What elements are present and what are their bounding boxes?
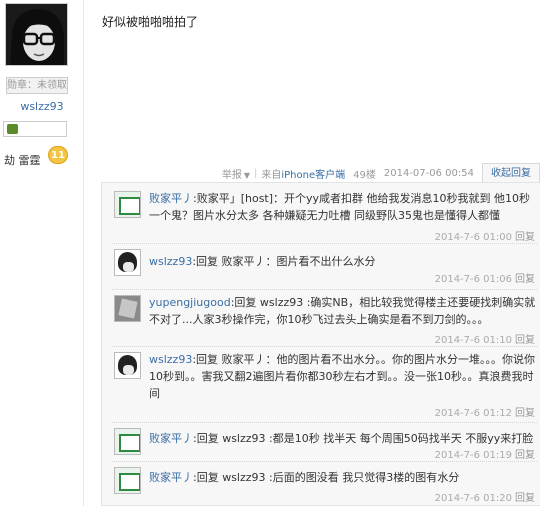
reply-timestamp: 2014-7-6 01:12 xyxy=(434,408,512,419)
list-item: wslzz93:回复 败家平丿：图片看不出什么水分 2014-7-6 01:06… xyxy=(112,245,537,290)
user-avatar[interactable] xyxy=(5,3,68,66)
reply-author[interactable]: yupengjiugood xyxy=(149,296,231,309)
reply-time: 2014-7-6 01:10 回复 xyxy=(435,331,535,346)
reply-avatar[interactable] xyxy=(114,249,141,276)
reply-button[interactable]: 回复 xyxy=(515,408,535,419)
reply-list: 败家平丿:败家平」[host]：开个yy咸者扣群 他给我发消息10秒我就到 他1… xyxy=(101,182,540,506)
reply-button[interactable]: 回复 xyxy=(515,493,535,504)
rank-title: 劫 雷霆 xyxy=(4,154,41,167)
avatar-portrait-icon xyxy=(6,4,67,65)
reply-author[interactable]: 败家平丿 xyxy=(149,192,193,205)
reply-avatar[interactable] xyxy=(114,295,141,322)
reply-timestamp: 2014-7-6 01:10 xyxy=(434,335,512,346)
post-timestamp: 2014-07-06 00:54 xyxy=(383,167,474,179)
floor-number: 49楼 xyxy=(353,169,376,181)
level-badge[interactable]: 11 xyxy=(48,146,68,164)
collapse-reply-button[interactable]: 收起回复 xyxy=(482,163,540,183)
user-sidebar: 勋章：未领取 wslzz93 劫 雷霆 11 xyxy=(0,0,84,506)
reply-time: 2014-7-6 01:20 回复 xyxy=(435,489,535,504)
reply-button[interactable]: 回复 xyxy=(515,232,535,243)
list-item: 败家平丿:败家平」[host]：开个yy咸者扣群 他给我发消息10秒我就到 他1… xyxy=(112,187,537,244)
badge-icon[interactable] xyxy=(7,124,18,134)
green-avatar-icon xyxy=(115,468,140,493)
reply-text: 败家平丿:回复 wslzz93 :后面的图没看 我只觉得3楼的图有水分 xyxy=(149,469,537,486)
list-item: wslzz93:回复 败家平丿：他的图片看不出水分。。你的图片水分一堆。。。你说… xyxy=(112,348,537,423)
medal-button[interactable]: 勋章：未领取 xyxy=(6,77,68,94)
reply-button[interactable]: 回复 xyxy=(515,450,535,461)
report-link[interactable]: 举报 ▼ xyxy=(222,166,250,181)
post-content: 好似被啪啪啪拍了 xyxy=(102,15,199,29)
reply-author[interactable]: wslzz93 xyxy=(149,353,192,366)
reply-avatar[interactable] xyxy=(114,428,141,455)
reply-timestamp: 2014-7-6 01:00 xyxy=(434,232,512,243)
reply-time: 2014-7-6 01:19 回复 xyxy=(435,446,535,461)
reply-message: :回复 wslzz93 :后面的图没看 我只觉得3楼的图有水分 xyxy=(193,471,460,484)
reply-text: 败家平丿:败家平」[host]：开个yy咸者扣群 他给我发消息10秒我就到 他1… xyxy=(149,190,537,224)
reply-timestamp: 2014-7-6 01:20 xyxy=(434,493,512,504)
reply-text: wslzz93:回复 败家平丿：图片看不出什么水分 xyxy=(149,253,537,270)
client-source: 来自iPhone客户端 xyxy=(261,169,346,181)
dark-avatar-icon xyxy=(115,250,140,275)
list-item: 败家平丿:回复 wslzz93 :都是10秒 找半天 每个周围50码找半天 不服… xyxy=(112,424,537,462)
reply-avatar[interactable] xyxy=(114,467,141,494)
reply-time: 2014-7-6 01:06 回复 xyxy=(435,270,535,285)
iphone-client-link[interactable]: iPhone客户端 xyxy=(281,170,345,181)
green-avatar-icon xyxy=(115,429,140,454)
chevron-down-icon: ▼ xyxy=(243,170,250,180)
reply-button[interactable]: 回复 xyxy=(515,335,535,346)
dark-avatar-icon xyxy=(115,353,140,378)
reply-avatar[interactable] xyxy=(114,352,141,379)
post-footer: 举报 ▼ | 来自iPhone客户端 49楼 2014-07-06 00:54 收… xyxy=(222,163,540,183)
username-link[interactable]: wslzz93 xyxy=(0,100,84,113)
divider: | xyxy=(254,167,258,179)
badge-box xyxy=(3,121,67,137)
reply-author[interactable]: 败家平丿 xyxy=(149,432,193,445)
reply-message: :回复 败家平丿：他的图片看不出水分。。你的图片水分一堆。。。你说你10秒到。。… xyxy=(149,353,536,400)
reply-message: :回复 败家平丿：图片看不出什么水分 xyxy=(192,255,376,268)
list-item: 败家平丿:回复 wslzz93 :后面的图没看 我只觉得3楼的图有水分 2014… xyxy=(112,463,537,504)
reply-text: 败家平丿:回复 wslzz93 :都是10秒 找半天 每个周围50码找半天 不服… xyxy=(149,430,537,447)
reply-message: :败家平」[host]：开个yy咸者扣群 他给我发消息10秒我就到 他10秒一个… xyxy=(149,192,531,222)
reply-text: yupengjiugood:回复 wslzz93 :确实NB，相比较我觉得楼主还… xyxy=(149,294,537,328)
list-item: yupengjiugood:回复 wslzz93 :确实NB，相比较我觉得楼主还… xyxy=(112,291,537,347)
reply-author[interactable]: 败家平丿 xyxy=(149,471,193,484)
reply-timestamp: 2014-7-6 01:06 xyxy=(434,274,512,285)
reply-time: 2014-7-6 01:12 回复 xyxy=(435,404,535,419)
reply-time: 2014-7-6 01:00 回复 xyxy=(435,228,535,243)
reply-button[interactable]: 回复 xyxy=(515,274,535,285)
reply-text: wslzz93:回复 败家平丿：他的图片看不出水分。。你的图片水分一堆。。。你说… xyxy=(149,351,537,402)
reply-avatar[interactable] xyxy=(114,191,141,218)
reply-author[interactable]: wslzz93 xyxy=(149,255,192,268)
green-avatar-icon xyxy=(115,192,140,217)
reply-message: :回复 wslzz93 :都是10秒 找半天 每个周围50码找半天 不服yy来打… xyxy=(193,432,534,445)
gray-avatar-icon xyxy=(115,296,140,321)
reply-timestamp: 2014-7-6 01:19 xyxy=(434,450,512,461)
